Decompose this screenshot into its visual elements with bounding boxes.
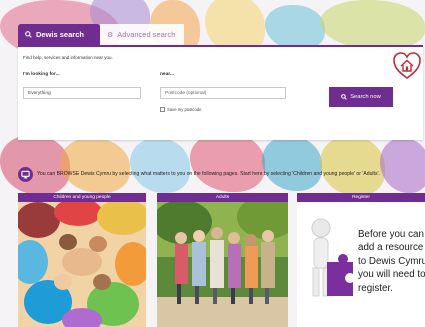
tab-dewis-search[interactable]: Dewis search [18, 24, 100, 45]
adults-panel-title[interactable]: Adults [157, 193, 288, 202]
tab-dewis-search-label: Dewis search [36, 30, 84, 39]
heart-house-logo[interactable] [392, 51, 422, 81]
tab-advanced-search[interactable]: ⚙ Advanced search [100, 24, 184, 45]
children-panel[interactable]: Children and young people [18, 193, 146, 327]
register-panel[interactable]: Register Before you can add a resource t… [297, 193, 425, 327]
search-now-button[interactable]: Search now [329, 87, 393, 107]
magnifier-icon [25, 31, 32, 38]
search-intro: Find help, services and information near… [23, 55, 113, 60]
gears-icon: ⚙ [107, 31, 114, 39]
children-panel-title[interactable]: Children and young people [18, 193, 146, 202]
search-now-label: Search now [350, 94, 381, 100]
save-postcode-label: Save my postcode [167, 107, 202, 112]
postcode-input[interactable]: Postcode (optional) [160, 87, 286, 99]
search-button-icon [341, 94, 347, 100]
near-label: near... [160, 72, 174, 77]
search-tabs: Dewis search ⚙ Advanced search [18, 24, 184, 45]
adults-panel[interactable]: Adults [157, 193, 288, 327]
children-photo [18, 202, 146, 327]
register-illustration: Before you can add a resource to Dewis C… [297, 202, 425, 327]
search-panel: Find help, services and information near… [18, 45, 423, 140]
adults-photo [157, 202, 288, 327]
tab-advanced-search-label: Advanced search [117, 30, 176, 39]
browse-instructions: You can BROWSE Dewis Cymru by selecting … [37, 171, 380, 177]
checkbox-box[interactable] [160, 107, 165, 112]
monitor-icon [18, 167, 33, 182]
looking-for-select[interactable]: Everything [23, 87, 141, 99]
register-panel-title[interactable]: Register [297, 193, 425, 202]
looking-for-label: I'm looking for... [23, 72, 60, 77]
save-postcode-checkbox[interactable]: Save my postcode [160, 107, 201, 112]
register-message: Before you can add a resource to Dewis C… [358, 229, 425, 294]
